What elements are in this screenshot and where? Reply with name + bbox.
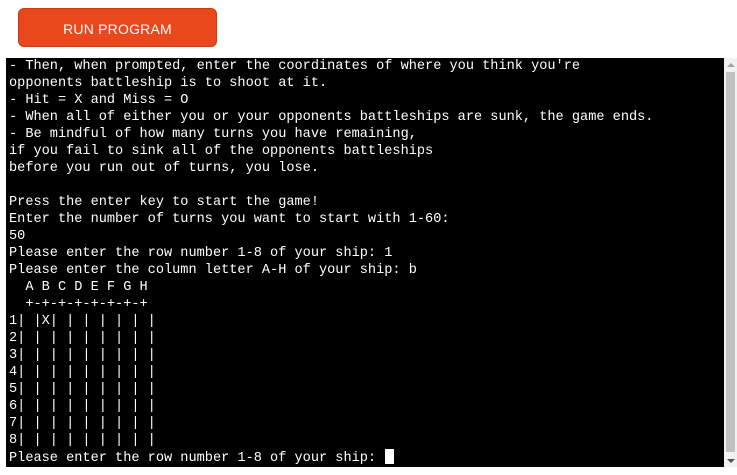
- terminal-line: - When all of either you or your opponen…: [9, 110, 654, 125]
- board-row: 6| | | | | | | | |: [9, 399, 156, 414]
- board-column-header: A B C D E F G H: [9, 280, 148, 295]
- board-row: 8| | | | | | | | |: [9, 433, 156, 448]
- terminal-line: - Be mindful of how many turns you have …: [9, 127, 417, 142]
- terminal-line: Please enter the row number 1-8 of your …: [9, 246, 393, 261]
- terminal-line: Press the enter key to start the game!: [9, 195, 319, 210]
- terminal-line: Please enter the column letter A-H of yo…: [9, 263, 417, 278]
- board-border: +-+-+-+-+-+-+-+: [9, 297, 148, 312]
- scrollbar-thumb[interactable]: [726, 72, 735, 452]
- terminal-line: if you fail to sink all of the opponents…: [9, 144, 434, 159]
- top-bar: RUN PROGRAM: [0, 0, 737, 58]
- board-row: 3| | | | | | | | |: [9, 348, 156, 363]
- run-program-button[interactable]: RUN PROGRAM: [18, 8, 217, 47]
- text-cursor: [385, 449, 395, 464]
- input-prompt: Please enter the row number 1-8 of your …: [9, 451, 385, 466]
- board-row: 4| | | | | | | | |: [9, 365, 156, 380]
- terminal-line: opponents battleship is to shoot at it.: [9, 76, 328, 91]
- board-row: 1| |X| | | | | | |: [9, 314, 156, 329]
- terminal-line: before you run out of turns, you lose.: [9, 161, 319, 176]
- terminal-scrollbar[interactable]: [724, 58, 737, 467]
- board-row: 2| | | | | | | | |: [9, 331, 156, 346]
- terminal-line: 50: [9, 229, 26, 244]
- terminal-line: - Hit = X and Miss = O: [9, 93, 189, 108]
- board-row: 5| | | | | | | | |: [9, 382, 156, 397]
- terminal-line: Enter the number of turns you want to st…: [9, 212, 450, 227]
- terminal-output[interactable]: - Then, when prompted, enter the coordin…: [6, 58, 724, 467]
- terminal-line: - Then, when prompted, enter the coordin…: [9, 59, 581, 74]
- input-prompt-line[interactable]: Please enter the row number 1-8 of your …: [9, 449, 653, 466]
- terminal-lines: - Then, when prompted, enter the coordin…: [9, 58, 653, 466]
- scroll-up-arrow-icon[interactable]: [724, 58, 737, 71]
- board-row: 7| | | | | | | | |: [9, 416, 156, 431]
- scroll-down-arrow-icon[interactable]: [724, 454, 737, 467]
